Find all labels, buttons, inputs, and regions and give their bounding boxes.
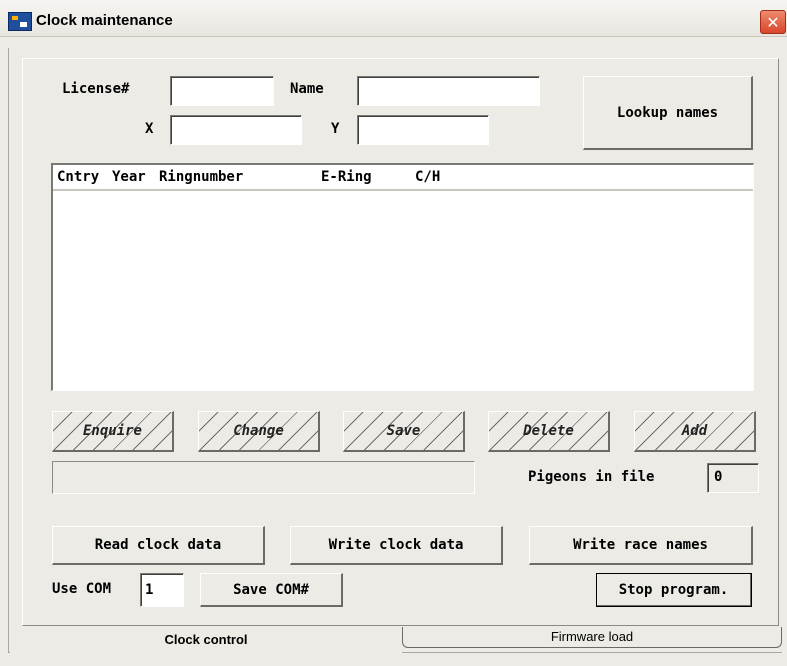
pigeon-list[interactable]: Cntry Year Ringnumber E-Ring C/H	[51, 163, 754, 391]
use-com-label: Use COM	[52, 581, 112, 597]
write-race-names-label: Write race names	[573, 537, 708, 553]
close-button[interactable]: ✕	[760, 10, 786, 34]
change-button[interactable]: Change	[198, 411, 320, 452]
x-label: X	[145, 121, 154, 137]
column-header: C/H	[415, 169, 441, 185]
frame-edge-left	[8, 48, 9, 653]
save-label: Save	[386, 423, 421, 439]
save-button[interactable]: Save	[343, 411, 465, 452]
enquire-button[interactable]: Enquire	[52, 411, 174, 452]
window-title: Clock maintenance	[36, 12, 173, 29]
write-clock-data-button[interactable]: Write clock data	[290, 526, 503, 565]
y-field[interactable]	[357, 115, 489, 145]
lookup-names-label: Lookup names	[616, 104, 719, 121]
license-input[interactable]	[171, 77, 273, 105]
stop-program-button[interactable]: Stop program.	[596, 573, 752, 607]
enquire-label: Enquire	[82, 423, 142, 439]
delete-button[interactable]: Delete	[488, 411, 610, 452]
x-input[interactable]	[171, 116, 301, 144]
com-port-field[interactable]	[140, 573, 184, 607]
title-bar: Clock maintenance ✕	[0, 0, 787, 37]
read-clock-data-button[interactable]: Read clock data	[52, 526, 265, 565]
read-clock-data-label: Read clock data	[94, 537, 222, 553]
add-button[interactable]: Add	[634, 411, 756, 452]
stop-program-label: Stop program.	[618, 581, 729, 598]
write-clock-data-label: Write clock data	[328, 537, 464, 553]
tab-clock-control[interactable]: Clock control	[10, 627, 402, 653]
y-input[interactable]	[358, 116, 488, 144]
name-field[interactable]	[357, 76, 540, 106]
name-label: Name	[290, 81, 324, 97]
delete-label: Delete	[523, 423, 574, 439]
license-label: License#	[62, 81, 130, 97]
lookup-names-button[interactable]: Lookup names	[583, 76, 753, 150]
column-header: Cntry	[57, 169, 100, 185]
save-com-button[interactable]: Save COM#	[200, 573, 343, 607]
y-label: Y	[331, 121, 340, 137]
column-header: E-Ring	[321, 169, 372, 185]
license-field[interactable]	[170, 76, 274, 106]
name-input[interactable]	[358, 77, 539, 105]
app-icon	[8, 12, 32, 31]
column-header: Ringnumber	[159, 169, 244, 185]
column-header: Year	[112, 169, 146, 185]
pigeons-count-field: 0	[707, 463, 759, 493]
pigeons-count: 0	[714, 469, 723, 485]
pigeons-in-file-label: Pigeons in file	[528, 469, 655, 485]
status-bar	[52, 461, 475, 494]
x-field[interactable]	[170, 115, 302, 145]
add-label: Add	[681, 423, 708, 439]
change-label: Change	[233, 423, 284, 439]
save-com-label: Save COM#	[233, 581, 309, 598]
write-race-names-button[interactable]: Write race names	[529, 526, 753, 565]
com-port-input[interactable]	[141, 574, 183, 606]
list-header: Cntry Year Ringnumber E-Ring C/H	[53, 165, 753, 191]
tab-firmware-load[interactable]: Firmware load	[402, 627, 782, 648]
